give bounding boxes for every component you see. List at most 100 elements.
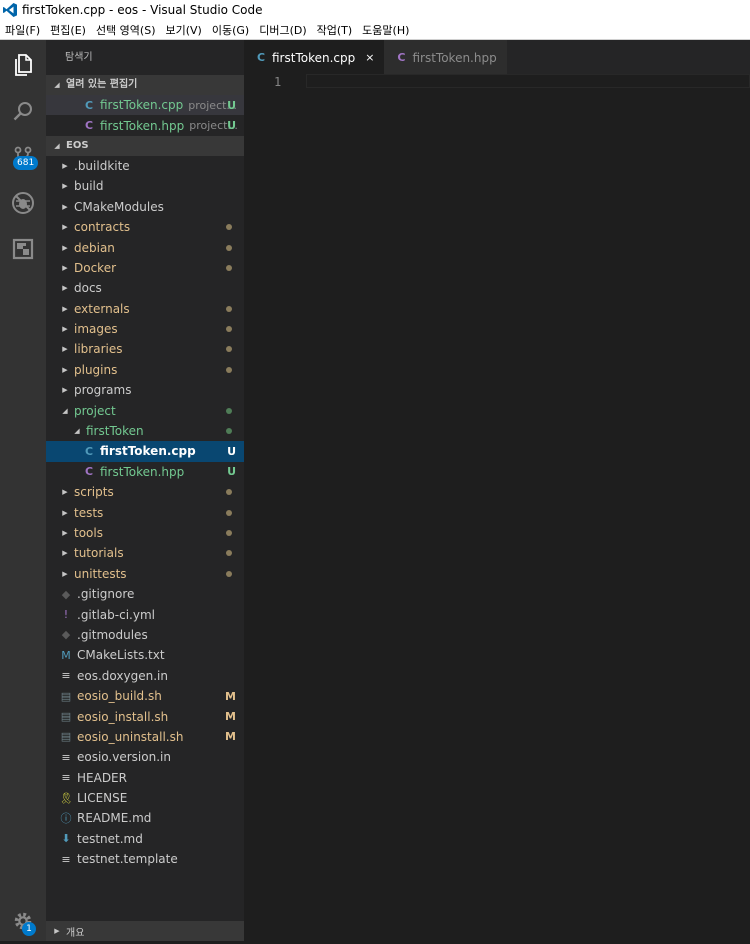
open-editor-item[interactable]: CfirstToken.cpp project... U (46, 95, 244, 116)
editor-tab[interactable]: CfirstToken.hpp (384, 40, 507, 75)
file-type-icon: ◆ (61, 628, 71, 642)
chevron-right-icon: ▶ (62, 161, 68, 170)
file-item[interactable]: ◆ .gitignore (46, 584, 244, 604)
chevron-right-icon: ▶ (62, 386, 68, 395)
menu-item[interactable]: 도움말(H) (357, 22, 414, 38)
outline-label: 개요 (66, 927, 85, 939)
file-item[interactable]: CfirstToken.cpp U (46, 441, 244, 462)
tree-item-label: eos.doxygen.in (77, 668, 168, 683)
menu-item[interactable]: 선택 영역(S) (91, 22, 161, 38)
file-item[interactable]: ≡ eosio.version.in (46, 747, 244, 767)
chevron-right-icon: ▶ (54, 927, 60, 935)
file-item[interactable]: ≡ eos.doxygen.in (46, 666, 244, 686)
file-item[interactable]: M CMakeLists.txt (46, 645, 244, 665)
file-item[interactable]: ▤ eosio_uninstall.sh M (46, 727, 244, 747)
folder-item[interactable]: ▶ contracts (46, 217, 244, 237)
workspace-header[interactable]: ◢ EOS (46, 135, 244, 156)
folder-item[interactable]: ▶ tools (46, 523, 244, 543)
settings-gear-icon[interactable] (0, 898, 46, 944)
menu-item[interactable]: 이동(G) (207, 22, 254, 38)
tree-item-label: eosio_uninstall.sh (77, 729, 184, 744)
folder-item[interactable]: ▶ programs (46, 380, 244, 400)
open-editor-item[interactable]: CfirstToken.hpp project... U (46, 115, 244, 135)
file-item[interactable]: ⬇ testnet.md (46, 829, 244, 849)
git-status-badge: M (225, 730, 236, 744)
menu-item[interactable]: 편집(E) (45, 22, 91, 38)
tree-item-label: CMakeModules (74, 199, 164, 214)
tree-item-label: .gitmodules (77, 627, 148, 642)
git-change-dot (226, 428, 232, 435)
code-editor[interactable]: 1 (244, 74, 750, 941)
folder-item[interactable]: ▶ build (46, 176, 244, 196)
folder-item[interactable]: ▶ scripts (46, 482, 244, 502)
file-item[interactable]: 🎗 LICENSE (46, 788, 244, 808)
debug-icon[interactable] (0, 180, 46, 226)
folder-item[interactable]: ◢ firstToken (46, 421, 244, 441)
folder-item[interactable]: ▶ debian (46, 237, 244, 257)
file-item[interactable]: ! .gitlab-ci.yml (46, 604, 244, 624)
chevron-right-icon: ▶ (62, 569, 68, 578)
search-icon[interactable] (0, 88, 46, 134)
git-status-badge: U (227, 465, 236, 479)
git-change-dot (226, 366, 232, 373)
file-type-icon: ≡ (61, 669, 71, 683)
explorer-sidebar: 탐색기 ◢ 열려 있는 편집기 CfirstToken.cpp project..… (46, 40, 244, 941)
chevron-down-icon: ◢ (54, 81, 60, 89)
tree-item-label: CMakeLists.txt (77, 648, 165, 663)
menu-item[interactable]: 디버그(D) (254, 22, 311, 38)
editor-tab[interactable]: CfirstToken.cpp × (244, 40, 385, 75)
editor-tabs: CfirstToken.cpp × CfirstToken.hpp (244, 40, 750, 75)
folder-item[interactable]: ▶ libraries (46, 339, 244, 359)
file-item[interactable]: ▤ eosio_install.sh M (46, 706, 244, 726)
tab-label: firstToken.cpp (272, 50, 356, 65)
menu-item[interactable]: 작업(T) (312, 22, 358, 38)
open-editors-label: 열려 있는 편집기 (66, 79, 138, 90)
git-change-dot (226, 326, 232, 333)
tree-item-label: tools (74, 526, 103, 540)
file-item[interactable]: ≡ testnet.template (46, 849, 244, 869)
file-item[interactable]: ▤ eosio_build.sh M (46, 686, 244, 706)
folder-item[interactable]: ▶ unittests (46, 564, 244, 584)
folder-item[interactable]: ▶ images (46, 319, 244, 339)
open-editor-name: firstToken.cpp (100, 98, 184, 113)
cpp-file-icon: C (397, 51, 406, 64)
file-type-icon: C (84, 444, 94, 458)
file-type-icon: ◆ (61, 587, 71, 601)
folder-item[interactable]: ▶ tutorials (46, 543, 244, 563)
close-icon[interactable]: × (365, 51, 374, 64)
folder-item[interactable]: ▶ docs (46, 278, 244, 298)
git-change-dot (226, 509, 232, 516)
file-type-icon: 🎗 (59, 791, 73, 805)
folder-item[interactable]: ▶ .buildkite (46, 156, 244, 176)
file-item[interactable]: ◆ .gitmodules (46, 625, 244, 645)
git-change-dot (226, 407, 232, 414)
folder-item[interactable]: ◢ project (46, 400, 244, 420)
activity-bar: 681 (0, 40, 46, 941)
extensions-icon[interactable] (0, 226, 46, 272)
folder-item[interactable]: ▶ tests (46, 502, 244, 522)
current-line-highlight (306, 74, 750, 88)
git-change-dot (226, 530, 232, 536)
outline-header[interactable]: ▶ 개요 (46, 921, 244, 941)
explorer-icon[interactable] (0, 42, 46, 88)
chevron-down-icon: ◢ (62, 406, 68, 415)
chevron-right-icon: ▶ (62, 263, 68, 272)
tree-item-label: .gitignore (77, 587, 135, 602)
folder-item[interactable]: ▶ externals (46, 299, 244, 319)
folder-item[interactable]: ▶ plugins (46, 360, 244, 380)
chevron-down-icon: ◢ (74, 427, 80, 436)
menu-item[interactable]: 파일(F) (0, 22, 45, 38)
folder-item[interactable]: ▶ Docker (46, 258, 244, 278)
file-item[interactable]: ≡ HEADER (46, 768, 244, 788)
cpp-file-icon: C (256, 51, 266, 64)
tree-item-label: HEADER (77, 770, 127, 785)
open-editors-header[interactable]: ◢ 열려 있는 편집기 (46, 75, 244, 95)
file-item[interactable]: ⓘ README.md (46, 808, 244, 828)
tree-item-label: LICENSE (77, 791, 128, 806)
title-bar: firstToken.cpp - eos - Visual Studio Cod… (0, 0, 750, 20)
folder-item[interactable]: ▶ CMakeModules (46, 197, 244, 217)
workspace-label: EOS (66, 139, 89, 151)
menu-item[interactable]: 보기(V) (160, 22, 206, 38)
git-status-badge: U (227, 444, 236, 458)
file-item[interactable]: CfirstToken.hpp U (46, 462, 244, 482)
